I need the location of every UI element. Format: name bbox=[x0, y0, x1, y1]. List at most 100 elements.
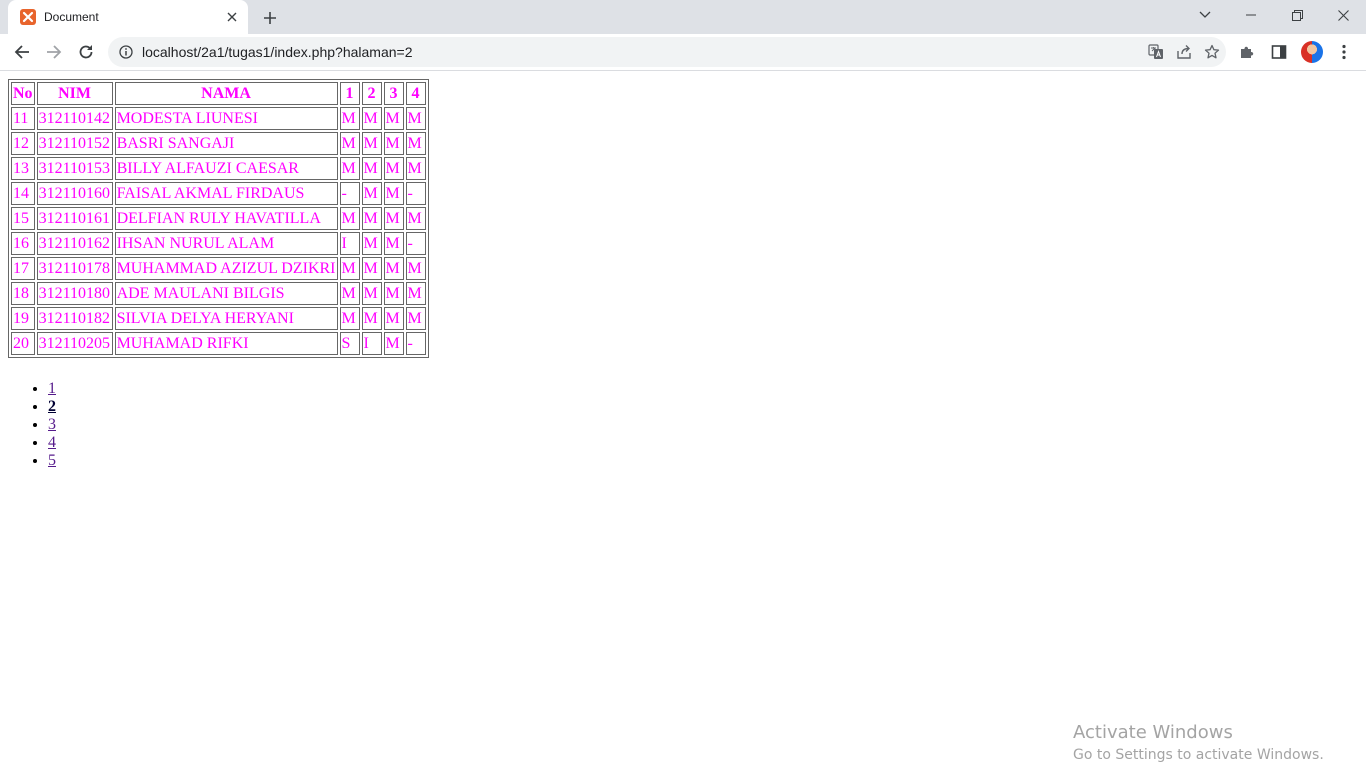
table-cell: M bbox=[405, 132, 426, 155]
side-panel-icon[interactable] bbox=[1264, 37, 1294, 67]
table-cell: 19 bbox=[11, 307, 35, 330]
table-row: 11 312110142 MODESTA LIUNESI M M M M bbox=[11, 107, 426, 130]
info-icon[interactable] bbox=[118, 44, 134, 60]
table-cell: M bbox=[339, 132, 360, 155]
table-cell: 17 bbox=[11, 257, 35, 280]
table-cell: I bbox=[339, 232, 360, 255]
table-cell: 312110160 bbox=[36, 182, 113, 205]
table-row: 12 312110152 BASRI SANGAJI M M M M bbox=[11, 132, 426, 155]
browser-titlebar: Document bbox=[0, 0, 1366, 34]
table-cell: M bbox=[383, 257, 404, 280]
pagination-item: 3 bbox=[48, 416, 56, 434]
table-cell: M bbox=[405, 282, 426, 305]
star-icon[interactable] bbox=[1198, 38, 1226, 66]
table-cell: M bbox=[405, 307, 426, 330]
table-cell: 312110162 bbox=[36, 232, 113, 255]
table-cell: 312110152 bbox=[36, 132, 113, 155]
table-cell: M bbox=[383, 207, 404, 230]
browser-toolbar: localhost/2a1/tugas1/index.php?halaman=2 bbox=[0, 34, 1366, 71]
activate-windows-watermark: Activate Windows Go to Settings to activ… bbox=[1073, 722, 1324, 766]
column-header-3: 3 bbox=[383, 82, 404, 105]
column-header-1: 1 bbox=[339, 82, 360, 105]
table-cell: M bbox=[339, 157, 360, 180]
table-cell: M bbox=[405, 157, 426, 180]
address-bar[interactable]: localhost/2a1/tugas1/index.php?halaman=2 bbox=[108, 37, 1226, 67]
table-cell: M bbox=[339, 207, 360, 230]
table-cell: 312110142 bbox=[36, 107, 113, 130]
table-cell: M bbox=[361, 307, 382, 330]
forward-arrow-icon[interactable] bbox=[39, 37, 69, 67]
table-cell: 13 bbox=[11, 157, 35, 180]
puzzle-icon[interactable] bbox=[1232, 37, 1262, 67]
profile-avatar-icon bbox=[1301, 41, 1323, 63]
close-icon[interactable] bbox=[222, 7, 242, 27]
page-content: No NIM NAMA 1 2 3 4 11 312110142 MODESTA L… bbox=[0, 71, 1366, 763]
plus-icon[interactable] bbox=[258, 6, 282, 30]
table-row: 18 312110180 ADE MAULANI BILGIS M M M M bbox=[11, 282, 426, 305]
table-cell: M bbox=[339, 307, 360, 330]
page-link-3[interactable]: 3 bbox=[48, 416, 56, 433]
url-text[interactable]: localhost/2a1/tugas1/index.php?halaman=2 bbox=[142, 44, 1142, 60]
table-cell: - bbox=[339, 182, 360, 205]
table-cell: BASRI SANGAJI bbox=[114, 132, 338, 155]
column-header-2: 2 bbox=[361, 82, 382, 105]
share-icon[interactable] bbox=[1170, 38, 1198, 66]
table-cell: M bbox=[361, 207, 382, 230]
table-cell: - bbox=[405, 332, 426, 355]
table-cell: M bbox=[383, 307, 404, 330]
pagination: 12345 bbox=[8, 380, 56, 470]
chevron-down-icon[interactable] bbox=[1182, 0, 1228, 30]
tab-title: Document bbox=[44, 10, 99, 24]
table-cell: 12 bbox=[11, 132, 35, 155]
page-link-5[interactable]: 5 bbox=[48, 452, 56, 469]
table-cell: 312110182 bbox=[36, 307, 113, 330]
minimize-icon[interactable] bbox=[1228, 0, 1274, 30]
table-row: 20 312110205 MUHAMAD RIFKI S I M - bbox=[11, 332, 426, 355]
translate-icon[interactable] bbox=[1142, 38, 1170, 66]
table-cell: 15 bbox=[11, 207, 35, 230]
table-cell: ADE MAULANI BILGIS bbox=[114, 282, 338, 305]
table-cell: M bbox=[383, 182, 404, 205]
table-cell: DELFIAN RULY HAVATILLA bbox=[114, 207, 338, 230]
table-cell: 312110205 bbox=[36, 332, 113, 355]
browser-tab[interactable]: Document bbox=[8, 0, 248, 34]
table-cell: MODESTA LIUNESI bbox=[114, 107, 338, 130]
more-vert-icon[interactable] bbox=[1329, 37, 1359, 67]
table-cell: M bbox=[339, 282, 360, 305]
table-cell: M bbox=[361, 282, 382, 305]
table-cell: M bbox=[361, 132, 382, 155]
table-cell: I bbox=[361, 332, 382, 355]
pagination-item: 1 bbox=[48, 380, 56, 398]
table-cell: M bbox=[383, 107, 404, 130]
table-cell: IHSAN NURUL ALAM bbox=[114, 232, 338, 255]
table-cell: - bbox=[405, 232, 426, 255]
table-row: 17 312110178 MUHAMMAD AZIZUL DZIKRI M M M M bbox=[11, 257, 426, 280]
table-cell: 14 bbox=[11, 182, 35, 205]
watermark-title: Activate Windows bbox=[1073, 722, 1233, 743]
restore-icon[interactable] bbox=[1274, 0, 1320, 30]
column-header-4: 4 bbox=[405, 82, 426, 105]
table-body: 11 312110142 MODESTA LIUNESI M M M M 12 31211015… bbox=[11, 107, 426, 355]
table-cell: 18 bbox=[11, 282, 35, 305]
page-link-1[interactable]: 1 bbox=[48, 380, 56, 397]
table-cell: M bbox=[383, 132, 404, 155]
table-cell: M bbox=[339, 107, 360, 130]
reload-icon[interactable] bbox=[71, 37, 101, 67]
table-cell: M bbox=[405, 257, 426, 280]
page-link-2[interactable]: 2 bbox=[48, 398, 56, 415]
table-row: 15 312110161 DELFIAN RULY HAVATILLA M M M M bbox=[11, 207, 426, 230]
table-cell: 20 bbox=[11, 332, 35, 355]
table-row: 16 312110162 IHSAN NURUL ALAM I M M - bbox=[11, 232, 426, 255]
table-cell: M bbox=[361, 257, 382, 280]
window-close-icon[interactable] bbox=[1320, 0, 1366, 30]
table-cell: M bbox=[405, 207, 426, 230]
attendance-table: No NIM NAMA 1 2 3 4 11 312110142 MODESTA L… bbox=[8, 79, 429, 358]
table-cell: FAISAL AKMAL FIRDAUS bbox=[114, 182, 338, 205]
avatar[interactable] bbox=[1297, 37, 1327, 67]
back-arrow-icon[interactable] bbox=[7, 37, 37, 67]
table-cell: 11 bbox=[11, 107, 35, 130]
pagination-item: 2 bbox=[48, 398, 56, 416]
column-header-nama: NAMA bbox=[114, 82, 338, 105]
table-cell: S bbox=[339, 332, 360, 355]
page-link-4[interactable]: 4 bbox=[48, 434, 56, 451]
